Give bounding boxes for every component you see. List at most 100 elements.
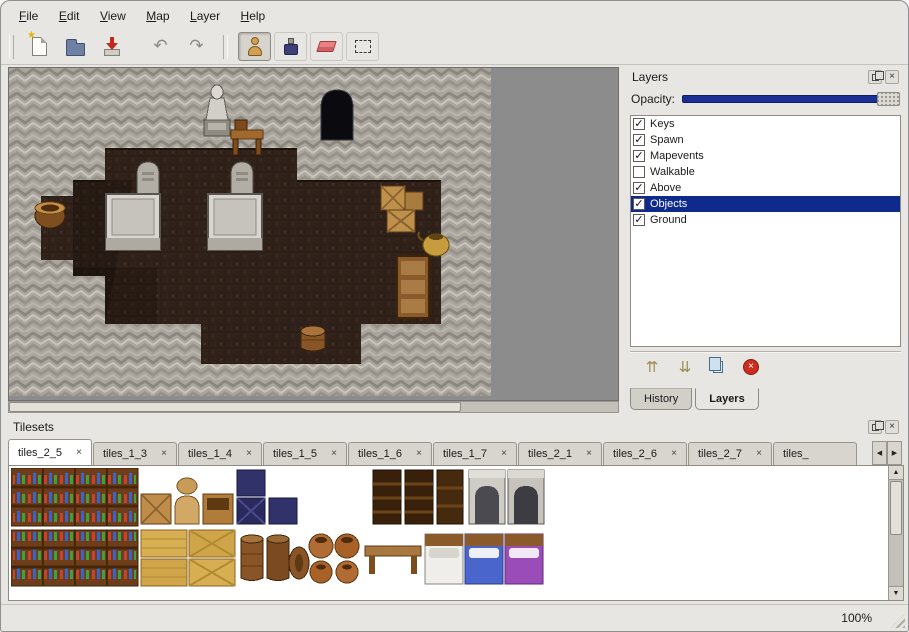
layers-float-button[interactable]	[868, 70, 882, 84]
layer-move-down-button[interactable]: ⇊	[673, 356, 697, 378]
fill-tool-button[interactable]	[274, 32, 307, 61]
menu-help[interactable]: Help	[233, 6, 274, 26]
checkbox-glyph: ✓	[634, 182, 643, 194]
move-down-icon: ⇊	[679, 358, 692, 376]
tiles-sack	[175, 478, 199, 524]
tab-close-icon[interactable]: ×	[756, 449, 762, 459]
tileset-vscrollbar[interactable]: ▲ ▼	[888, 466, 903, 600]
tiles-beds	[425, 534, 543, 584]
layer-visibility-checkbox[interactable]: ✓	[633, 198, 645, 210]
layer-duplicate-button[interactable]	[706, 356, 730, 378]
redo-button[interactable]: ↷	[180, 32, 213, 61]
tilesets-close-button[interactable]: ×	[885, 420, 899, 434]
menu-view[interactable]: View	[92, 6, 134, 26]
layer-visibility-checkbox[interactable]: ✓	[633, 118, 645, 130]
cabinet-object	[397, 256, 429, 318]
menu-layer[interactable]: Layer	[182, 6, 228, 26]
resize-grip[interactable]	[891, 614, 905, 628]
layer-label: Ground	[650, 214, 687, 226]
tabs-scroll-left-button[interactable]: ◀	[872, 441, 887, 465]
save-icon	[103, 37, 121, 56]
checkbox-glyph: ✓	[634, 150, 643, 162]
tilesets-panel-header[interactable]: Tilesets ×	[8, 417, 904, 437]
tileset-tab-tiles-1-3[interactable]: tiles_1_3×	[93, 442, 177, 465]
doorway-object	[321, 90, 353, 140]
map-canvas[interactable]	[8, 67, 619, 401]
layer-delete-button[interactable]: ×	[739, 356, 763, 378]
layer-row-spawn[interactable]: ✓ Spawn	[631, 132, 900, 148]
tileset-tab-truncated[interactable]: tiles_	[773, 442, 857, 465]
tileset-vscrollbar-thumb[interactable]	[890, 481, 902, 535]
tileset-tab-tiles-1-6[interactable]: tiles_1_6×	[348, 442, 432, 465]
menubar: File Edit View Map Layer Help	[5, 6, 273, 28]
map-hscrollbar-thumb[interactable]	[9, 402, 461, 412]
tabs-scroll-right-button[interactable]: ▶	[887, 441, 902, 465]
layer-row-ground[interactable]: ✓ Ground	[631, 212, 900, 228]
layer-visibility-checkbox[interactable]: ✓	[633, 214, 645, 226]
layer-visibility-checkbox[interactable]: ✓	[633, 182, 645, 194]
tileset-tab-tiles-1-5[interactable]: tiles_1_5×	[263, 442, 347, 465]
tab-close-icon[interactable]: ×	[501, 449, 507, 459]
duplicate-icon	[713, 361, 723, 373]
app-window: File Edit View Map Layer Help ★ ↶ ↷	[0, 0, 909, 632]
tab-close-icon[interactable]: ×	[246, 449, 252, 459]
rect-select-tool-button[interactable]	[346, 32, 379, 61]
scroll-up-button[interactable]: ▲	[889, 466, 903, 480]
tiles-bookshelf	[11, 530, 138, 586]
tilesets-float-button[interactable]	[868, 420, 882, 434]
layers-close-button[interactable]: ×	[885, 70, 899, 84]
tileset-tabstrip: tiles_2_5× tiles_1_3× tiles_1_4× tiles_1…	[8, 439, 872, 465]
tab-history[interactable]: History	[630, 388, 692, 410]
opacity-slider[interactable]	[682, 92, 900, 106]
tiles-stone-gates	[469, 470, 544, 524]
tab-close-icon[interactable]: ×	[586, 449, 592, 459]
layer-list: ✓ Keys ✓ Spawn ✓ Mapevents Walkable ✓ Ab…	[630, 115, 901, 347]
layer-row-mapevents[interactable]: ✓ Mapevents	[631, 148, 900, 164]
dock-tabs: History Layers	[630, 388, 762, 410]
tab-close-icon[interactable]: ×	[161, 449, 167, 459]
layer-visibility-checkbox[interactable]	[633, 166, 645, 178]
open-button[interactable]	[59, 32, 92, 61]
map-hscrollbar[interactable]	[8, 401, 619, 413]
stamp-tool-button[interactable]	[238, 32, 271, 61]
layer-visibility-checkbox[interactable]: ✓	[633, 134, 645, 146]
eraser-tool-button[interactable]	[310, 32, 343, 61]
tileset-tab-tiles-2-7[interactable]: tiles_2_7×	[688, 442, 772, 465]
layer-label: Spawn	[650, 134, 684, 146]
menu-map[interactable]: Map	[138, 6, 177, 26]
tileset-tab-tiles-2-1[interactable]: tiles_2_1×	[518, 442, 602, 465]
save-button[interactable]	[95, 32, 128, 61]
toolbar-handle[interactable]	[9, 35, 14, 59]
layers-panel-header[interactable]: Layers ×	[627, 67, 904, 87]
layer-row-walkable[interactable]: Walkable	[631, 164, 900, 180]
tab-close-icon[interactable]: ×	[76, 448, 82, 458]
layer-row-above[interactable]: ✓ Above	[631, 180, 900, 196]
layer-row-objects[interactable]: ✓ Objects	[631, 196, 900, 212]
selection-rect-icon	[355, 40, 371, 53]
altar-block-object	[208, 194, 262, 250]
tileset-tab-tiles-2-6[interactable]: tiles_2_6×	[603, 442, 687, 465]
layer-actions: ⇈ ⇊ ×	[630, 351, 901, 381]
tab-close-icon[interactable]: ×	[671, 449, 677, 459]
menu-file[interactable]: File	[11, 6, 46, 26]
layer-move-up-button[interactable]: ⇈	[640, 356, 664, 378]
layer-row-keys[interactable]: ✓ Keys	[631, 116, 900, 132]
opacity-slider-handle[interactable]	[877, 92, 900, 106]
tileset-tab-tiles-2-5[interactable]: tiles_2_5×	[8, 439, 92, 465]
scroll-down-button[interactable]: ▼	[889, 586, 903, 600]
open-folder-icon	[66, 43, 85, 56]
tileset-image[interactable]	[11, 468, 545, 588]
opacity-slider-fill	[682, 95, 898, 103]
tileset-view[interactable]: ▲ ▼	[8, 465, 904, 601]
layer-visibility-checkbox[interactable]: ✓	[633, 150, 645, 162]
tab-layers[interactable]: Layers	[695, 388, 758, 410]
tilesets-panel-title: Tilesets	[13, 420, 865, 434]
tab-close-icon[interactable]: ×	[416, 449, 422, 459]
tileset-tab-tiles-1-7[interactable]: tiles_1_7×	[433, 442, 517, 465]
undo-button[interactable]: ↶	[144, 32, 177, 61]
tileset-tab-tiles-1-4[interactable]: tiles_1_4×	[178, 442, 262, 465]
tilesets-panel: Tilesets × tiles_2_5× tiles_1_3× tiles_1…	[8, 417, 904, 603]
tab-close-icon[interactable]: ×	[331, 449, 337, 459]
new-file-button[interactable]: ★	[23, 32, 56, 61]
menu-edit[interactable]: Edit	[51, 6, 88, 26]
